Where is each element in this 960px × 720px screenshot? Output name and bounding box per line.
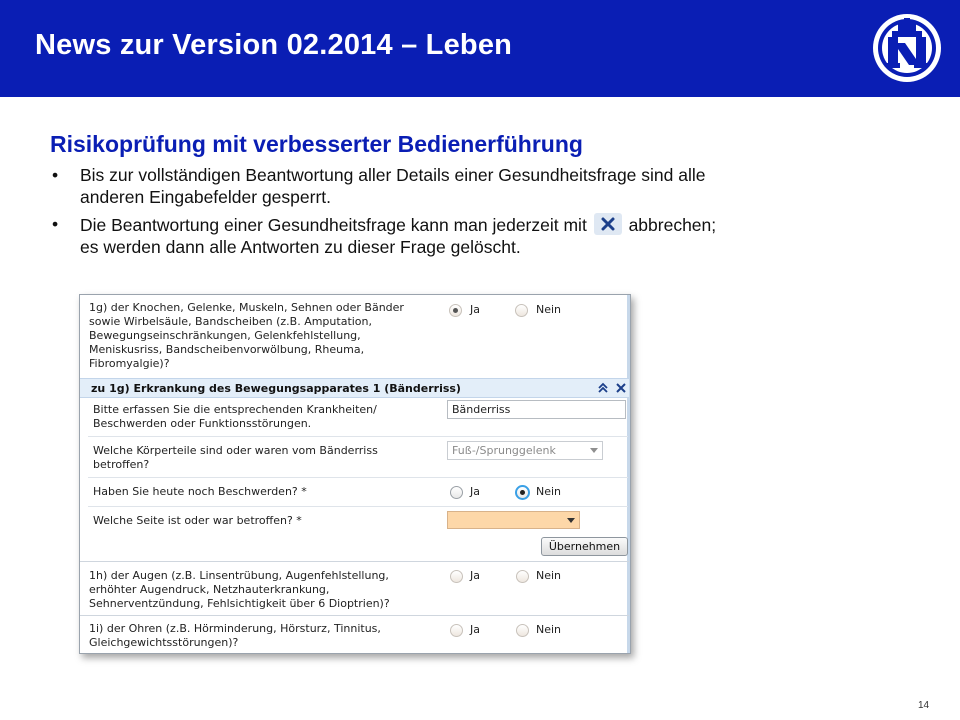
question-line: Meniskusriss, Bandscheibenvorwölbung, Rh… (89, 343, 365, 356)
question-1g: 1g) der Knochen, Gelenke, Muskeln, Sehne… (89, 301, 404, 371)
detail-question-side: Welche Seite ist oder war betroffen? * (93, 514, 302, 527)
bullet-list: • Bis zur vollständigen Beantwortung all… (50, 164, 930, 263)
q1g-yes-radio[interactable] (449, 304, 462, 317)
question-line: Sehnerventzündung, Fehlsichtigkeit über … (89, 597, 390, 610)
slide-title: News zur Version 02.2014 – Leben (35, 29, 513, 61)
question-line: 1i) der Ohren (z.B. Hörminderung, Hörstu… (89, 622, 381, 635)
bullet-text: Die Beantwortung einer Gesundheitsfrage … (80, 215, 587, 235)
bullet-item: • Die Beantwortung einer Gesundheitsfrag… (50, 213, 930, 258)
chevron-down-icon (567, 518, 575, 523)
question-line: Beschwerden oder Funktionsstörungen. (93, 417, 312, 430)
q1h-no-label: Nein (536, 569, 562, 582)
diseases-input[interactable]: Bänderriss (447, 400, 626, 419)
q1i-no-label: Nein (536, 623, 562, 636)
detail-section-header: zu 1g) Erkrankung des Bewegungsapparates… (80, 378, 629, 398)
row-divider (88, 506, 628, 507)
question-line: 1g) der Knochen, Gelenke, Muskeln, Sehne… (89, 301, 404, 314)
row-divider (80, 615, 629, 616)
question-1h: 1h) der Augen (z.B. Linsentrübung, Augen… (89, 569, 390, 611)
bullet-mark: • (52, 214, 59, 234)
bullet-text: abbrechen; (628, 215, 717, 235)
form-screenshot: 1g) der Knochen, Gelenke, Muskeln, Sehne… (79, 294, 631, 654)
q1g-no-label: Nein (536, 303, 562, 316)
close-icon[interactable] (615, 382, 627, 394)
bullet-item: • Bis zur vollständigen Beantwortung all… (50, 164, 930, 208)
q1i-yes-radio[interactable] (450, 624, 463, 637)
bullet-text: Bis zur vollständigen Beantwortung aller… (80, 165, 706, 185)
body-parts-select[interactable]: Fuß-/Sprunggelenk (447, 441, 603, 460)
bullet-text: anderen Eingabefelder gesperrt. (80, 187, 332, 207)
question-line: Gleichgewichtsstörungen)? (89, 636, 239, 649)
question-line: Bitte erfassen Sie die entsprechenden Kr… (93, 403, 377, 416)
complaints-no-label: Nein (536, 485, 562, 498)
close-icon (593, 213, 622, 235)
complaints-no-radio[interactable] (515, 485, 530, 500)
question-line: Fibromyalgie)? (89, 357, 170, 370)
bullet-mark: • (52, 165, 59, 185)
page-number: 14 (918, 700, 930, 711)
q1h-no-radio[interactable] (516, 570, 529, 583)
scroll-edge (627, 295, 630, 653)
bullet-text: es werden dann alle Antworten zu dieser … (80, 237, 521, 257)
company-logo-icon (873, 14, 941, 82)
section-title: zu 1g) Erkrankung des Bewegungsapparates… (91, 382, 461, 395)
detail-question-diseases: Bitte erfassen Sie die entsprechenden Kr… (93, 403, 377, 431)
chevron-down-icon (590, 448, 598, 453)
q1h-yes-radio[interactable] (450, 570, 463, 583)
detail-question-body-parts: Welche Körperteile sind oder waren vom B… (93, 444, 378, 472)
complaints-yes-radio[interactable] (450, 486, 463, 499)
body-parts-value: Fuß-/Sprunggelenk (452, 444, 556, 457)
question-line: betroffen? (93, 458, 150, 471)
q1g-no-radio[interactable] (515, 304, 528, 317)
question-line: sowie Wirbelsäule, Bandscheiben (z.B. Am… (89, 315, 373, 328)
q1g-yes-label: Ja (470, 303, 480, 316)
section-subtitle: Risikoprüfung mit verbesserter Bedienerf… (50, 131, 583, 157)
complaints-yes-label: Ja (470, 485, 480, 498)
row-divider (88, 477, 628, 478)
question-line: 1h) der Augen (z.B. Linsentrübung, Augen… (89, 569, 389, 582)
question-1i: 1i) der Ohren (z.B. Hörminderung, Hörstu… (89, 622, 381, 650)
row-divider (80, 561, 629, 562)
detail-question-complaints: Haben Sie heute noch Beschwerden? * (93, 485, 307, 498)
side-select[interactable] (447, 511, 580, 529)
apply-button[interactable]: Übernehmen (541, 537, 628, 556)
q1i-yes-label: Ja (470, 623, 480, 636)
row-divider (88, 436, 628, 437)
question-line: Welche Körperteile sind oder waren vom B… (93, 444, 378, 457)
chevrons-up-icon[interactable] (597, 382, 609, 394)
question-line: erhöhter Augendruck, Netzhauterkrankung, (89, 583, 330, 596)
question-line: Bewegungseinschränkungen, Gelenkfehlstel… (89, 329, 361, 342)
q1h-yes-label: Ja (470, 569, 480, 582)
q1i-no-radio[interactable] (516, 624, 529, 637)
